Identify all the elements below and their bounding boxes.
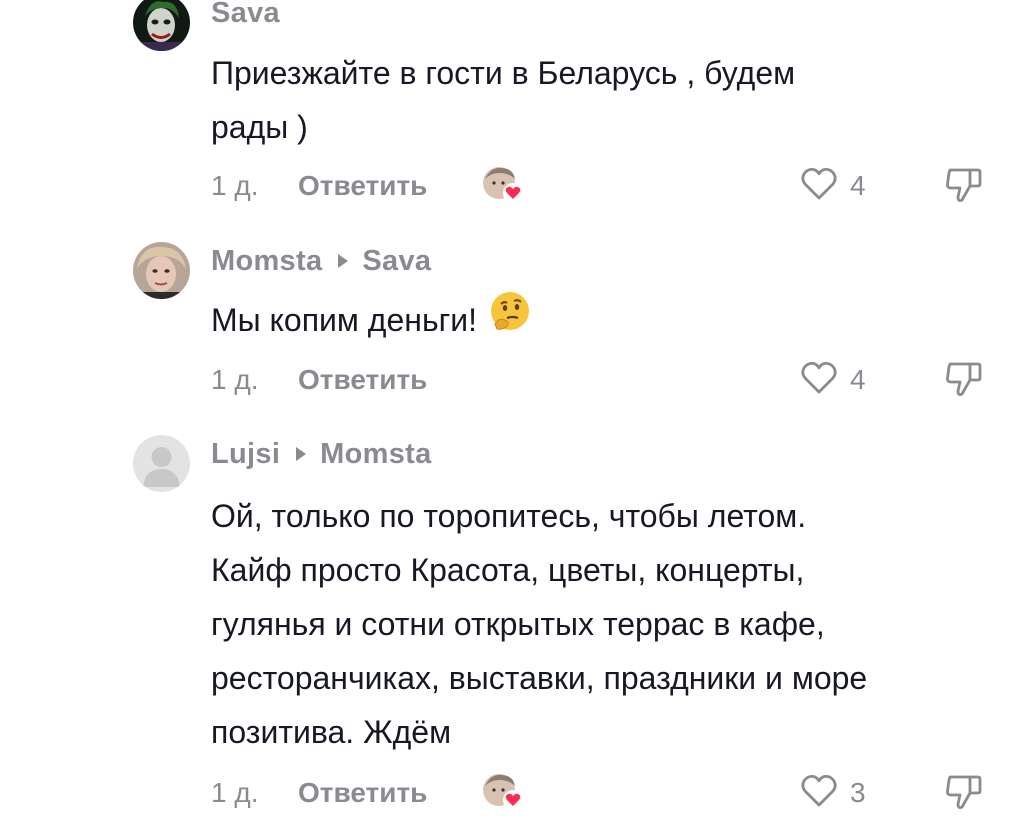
reply-arrow-icon (296, 446, 307, 461)
heart-outline-icon[interactable] (799, 771, 839, 811)
reply-to-author[interactable]: Momsta (320, 438, 431, 470)
comment-text-line: позитива. Ждём (211, 714, 452, 750)
like-count: 3 (850, 777, 866, 808)
comment-actions: 1 д. Ответить 3 (211, 771, 1001, 815)
comment-item: Lujsi Momsta Ой, только по торопитесь, чт… (0, 0, 1024, 810)
comment-text-line: гулянья и сотни открытых террас в кафе, (211, 606, 825, 642)
comment-text-line: Ой, только по торопитесь, чтобы летом. (211, 498, 807, 534)
thumbs-down-outline-icon[interactable] (944, 771, 984, 813)
comment-text-line: ресторанчиках, выставки, праздники и мор… (211, 660, 868, 696)
comment-time: 1 д. (211, 777, 259, 808)
avatar[interactable] (133, 435, 190, 492)
comment-text: Ой, только по торопитесь, чтобы летом. К… (211, 489, 867, 759)
comment-text-line: Кайф просто Красота, цветы, концерты, (211, 552, 805, 588)
comment-author-row: Lujsi Momsta (211, 438, 432, 471)
creator-liked-avatar-icon (481, 772, 525, 812)
comment-author[interactable]: Lujsi (211, 438, 280, 470)
reply-button[interactable]: Ответить (298, 777, 427, 809)
